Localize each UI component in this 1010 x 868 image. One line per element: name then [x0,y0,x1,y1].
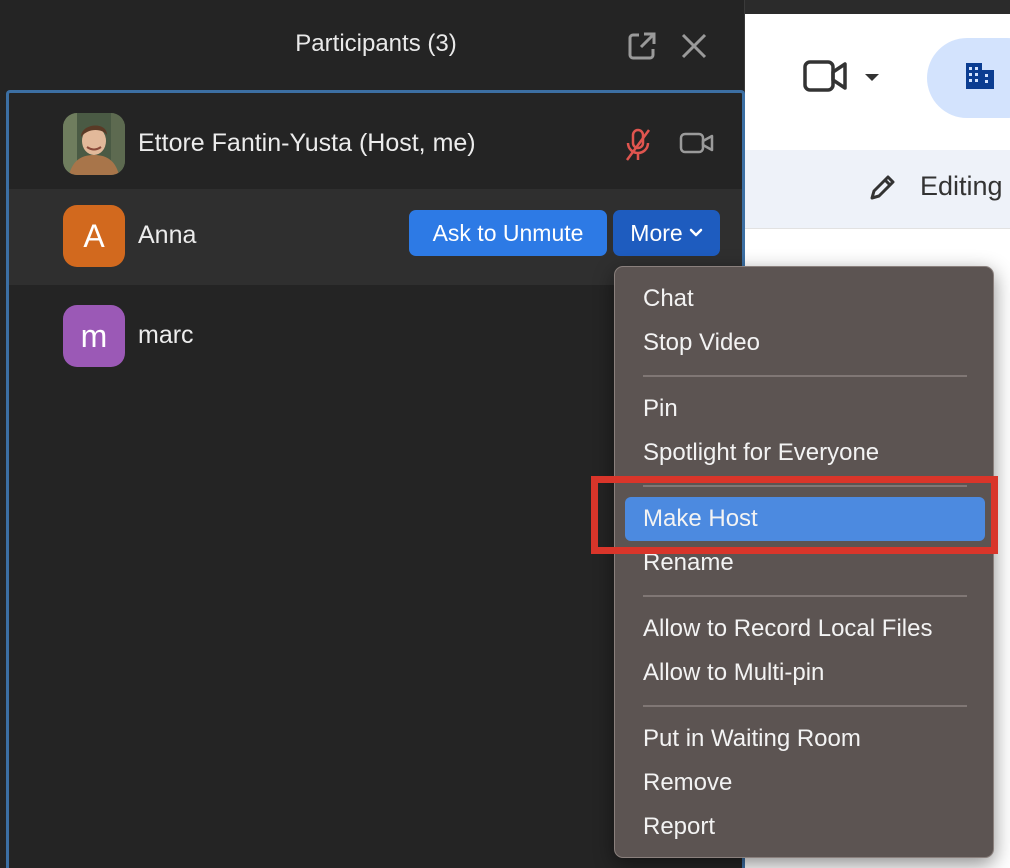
menu-item-spotlight[interactable]: Spotlight for Everyone [643,439,879,467]
menu-item-waiting-room[interactable]: Put in Waiting Room [643,725,861,753]
menu-separator [643,595,967,597]
menu-separator [643,375,967,377]
avatar: m [63,305,125,367]
participant-row-host[interactable]: Ettore Fantin-Yusta (Host, me) [9,97,742,193]
chevron-down-icon [689,228,702,237]
editing-mode-label[interactable]: Editing [920,171,1003,202]
menu-separator [643,705,967,707]
popout-icon[interactable] [626,30,658,62]
participant-name: Ettore Fantin-Yusta (Host, me) [138,129,476,157]
menu-item-report[interactable]: Report [643,813,715,841]
more-button[interactable]: More [613,210,720,256]
menu-item-stop-video[interactable]: Stop Video [643,329,760,357]
participant-name: marc [138,321,194,349]
participant-name: Anna [138,221,197,249]
avatar [63,113,125,175]
video-camera-icon[interactable] [803,58,847,94]
annotation-highlight-box [591,476,998,554]
divider [745,228,1010,229]
chevron-down-icon[interactable] [865,74,879,81]
close-icon[interactable] [678,30,710,62]
background-title-strip [745,0,1010,14]
menu-item-pin[interactable]: Pin [643,395,678,423]
menu-item-allow-record[interactable]: Allow to Record Local Files [643,615,932,643]
menu-item-remove[interactable]: Remove [643,769,732,797]
more-button-label: More [630,219,683,246]
video-camera-icon[interactable] [679,131,715,155]
pencil-icon[interactable] [868,172,898,202]
menu-item-chat[interactable]: Chat [643,285,694,313]
profile-photo-icon [63,113,125,175]
menu-item-allow-multipin[interactable]: Allow to Multi-pin [643,659,824,687]
participant-more-menu: Chat Stop Video Pin Spotlight for Everyo… [614,266,994,858]
muted-microphone-icon[interactable] [621,127,655,163]
ask-to-unmute-button[interactable]: Ask to Unmute [409,210,607,256]
avatar: A [63,205,125,267]
building-icon [966,63,994,89]
